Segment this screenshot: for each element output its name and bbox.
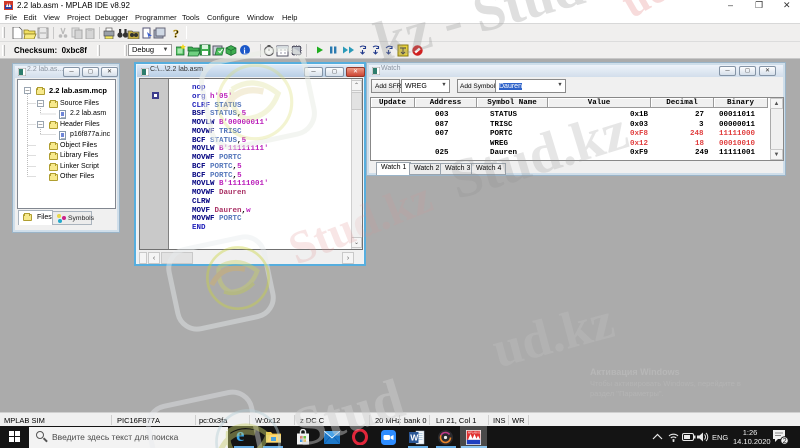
svg-text:?: ? (173, 27, 179, 39)
svg-text:W: W (410, 433, 419, 443)
svg-text:MPLAB IDE: MPLAB IDE (468, 430, 481, 434)
svg-text:2: 2 (783, 438, 787, 445)
